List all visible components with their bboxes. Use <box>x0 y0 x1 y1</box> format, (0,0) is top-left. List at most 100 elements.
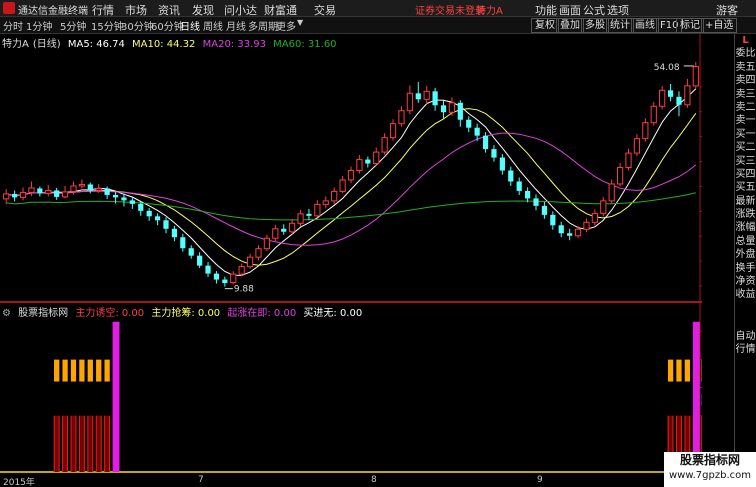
price-chart[interactable]: 50.0045.0040.0035.0030.0025.0020.0015.00… <box>0 34 702 302</box>
menu-item-market[interactable]: 市场 <box>125 2 147 18</box>
candle-body-down <box>667 90 674 97</box>
candle-body-down <box>171 228 178 238</box>
side-item-16[interactable]: 换手 <box>735 262 756 275</box>
side-item-auto[interactable]: 自动 <box>735 330 756 343</box>
candle-body-down <box>466 119 472 128</box>
candle-body-down <box>482 135 489 150</box>
quote-side-panel: L 委比 卖五 卖四 卖三 卖二 卖一 买一 买二 买三 买四 买五 最新 涨跌… <box>734 34 756 487</box>
indicator-red-bar <box>53 415 60 472</box>
period-tab-monthly[interactable]: 月线 <box>226 18 246 33</box>
indicator-orange-bar <box>87 359 94 383</box>
period-tab-multi[interactable]: 多周期 <box>248 18 278 33</box>
side-item-0[interactable]: 委比 <box>735 47 756 60</box>
side-item-6[interactable]: 买一 <box>735 128 756 141</box>
candle-body-up <box>255 248 262 258</box>
side-item-4[interactable]: 卖二 <box>735 101 756 114</box>
settings-icon[interactable]: ⚙ <box>2 308 11 319</box>
side-item-17[interactable]: 净资 <box>735 275 756 288</box>
candle-body-down <box>524 190 531 199</box>
side-item-3[interactable]: 卖三 <box>735 88 756 101</box>
candle-body-up <box>692 66 699 87</box>
side-item-9[interactable]: 买四 <box>735 168 756 181</box>
candle-body-up <box>591 212 598 223</box>
menu-item-discover[interactable]: 发现 <box>192 2 214 18</box>
side-item-1[interactable]: 卖五 <box>735 61 756 74</box>
side-item-2[interactable]: 卖四 <box>735 74 756 87</box>
menu-item-wealth[interactable]: 财富通 <box>264 2 297 18</box>
multi-stock-button[interactable]: 多股 <box>581 18 609 33</box>
candle-body-up <box>322 200 329 205</box>
candle-body-up <box>347 170 355 181</box>
candle-body-up <box>3 193 10 200</box>
side-item-12[interactable]: 涨跌 <box>735 208 756 221</box>
menu-item-layout[interactable]: 画面 <box>559 2 581 18</box>
date-axis: 2015年 7 8 9 <box>0 474 702 487</box>
menu-item-news[interactable]: 资讯 <box>158 2 180 18</box>
date-label-jul: 7 <box>198 475 204 485</box>
period-tab-30min[interactable]: 30分钟 <box>121 18 154 33</box>
add-watchlist-button[interactable]: +自选 <box>701 18 738 33</box>
draw-button[interactable]: 画线 <box>631 18 659 33</box>
overlay-button[interactable]: 叠加 <box>556 18 584 33</box>
menu-item-options[interactable]: 选项 <box>607 2 629 18</box>
chart-info-bar: 特力A (日线) MA5: 46.74 MA10: 44.32 MA20: 33.… <box>2 35 341 50</box>
indicator-name[interactable]: 股票指标网 <box>18 308 68 319</box>
candle-body-down <box>432 91 438 106</box>
period-tab-60min[interactable]: 60分钟 <box>151 18 184 33</box>
period-tab-timeshare[interactable]: 分时 <box>3 18 23 33</box>
date-label-aug: 8 <box>371 475 377 485</box>
candle-body-up <box>448 102 456 113</box>
chevron-down-icon[interactable]: ▼ <box>297 18 303 27</box>
indicator-magenta-bar <box>112 321 120 472</box>
menu-item-trade[interactable]: 交易 <box>314 2 336 18</box>
side-item-15[interactable]: 外盘 <box>735 248 756 261</box>
adjust-button[interactable]: 复权 <box>531 18 559 33</box>
indicator-field-2: 主力抢筹: 0.00 <box>151 308 221 319</box>
stats-button[interactable]: 统计 <box>606 18 634 33</box>
side-item-10[interactable]: 买五 <box>735 181 756 194</box>
candle-body-up <box>684 85 691 106</box>
mark-button[interactable]: 标记 <box>676 18 704 33</box>
period-tab-weekly[interactable]: 周线 <box>203 18 223 33</box>
candle-body-up <box>263 237 271 250</box>
candle-body-down <box>12 193 18 198</box>
period-tab-15min[interactable]: 15分钟 <box>91 18 124 33</box>
indicator-orange-bar <box>675 359 683 383</box>
side-tab-l[interactable]: L <box>735 34 756 47</box>
indicator-chart[interactable]: 75.0060.0045.0030.0015.0038.45 <box>0 302 702 474</box>
watermark-title: 股票指标网 <box>679 453 740 467</box>
period-tab-daily[interactable]: 日线 <box>180 18 200 33</box>
side-item-14[interactable]: 总量 <box>735 235 756 248</box>
candle-body-down <box>567 233 573 236</box>
side-item-quotes[interactable]: 行情 <box>735 343 756 356</box>
period-tab-more[interactable]: 更多 <box>276 18 296 33</box>
candle-body-up <box>650 105 657 124</box>
login-notice[interactable]: 证券交易未登录 <box>415 2 485 17</box>
indicator-red-bar <box>78 415 85 472</box>
side-item-13[interactable]: 涨幅 <box>735 221 756 234</box>
side-item-18[interactable]: 收益 <box>735 288 756 301</box>
candle-body-up <box>389 123 397 139</box>
side-item-11[interactable]: 最新 <box>735 195 756 208</box>
candle-body-down <box>54 190 60 197</box>
user-guest[interactable]: 游客 <box>716 2 738 18</box>
period-tab-1min[interactable]: 1分钟 <box>26 18 52 33</box>
candle-body-down <box>306 213 312 216</box>
menu-item-function[interactable]: 功能 <box>535 2 557 18</box>
indicator-orange-bar <box>103 359 111 383</box>
indicator-red-bar <box>62 415 69 472</box>
side-item-5[interactable]: 卖一 <box>735 114 756 127</box>
side-item-7[interactable]: 买二 <box>735 141 756 154</box>
side-item-8[interactable]: 买三 <box>735 155 756 168</box>
candle-body-down <box>104 188 110 195</box>
candle-body-up <box>19 191 27 198</box>
watermark-url: www.7gpzb.com <box>669 470 751 481</box>
period-tab-5min[interactable]: 5分钟 <box>60 18 86 33</box>
candle-body-down <box>365 159 371 164</box>
candle-body-up <box>61 191 69 198</box>
menu-item-formula[interactable]: 公式 <box>583 2 605 18</box>
candle-body-up <box>642 122 649 140</box>
menu-item-quotes[interactable]: 行情 <box>92 2 114 18</box>
menu-item-ask[interactable]: 问小达 <box>224 2 257 18</box>
candle-body-down <box>87 184 93 191</box>
